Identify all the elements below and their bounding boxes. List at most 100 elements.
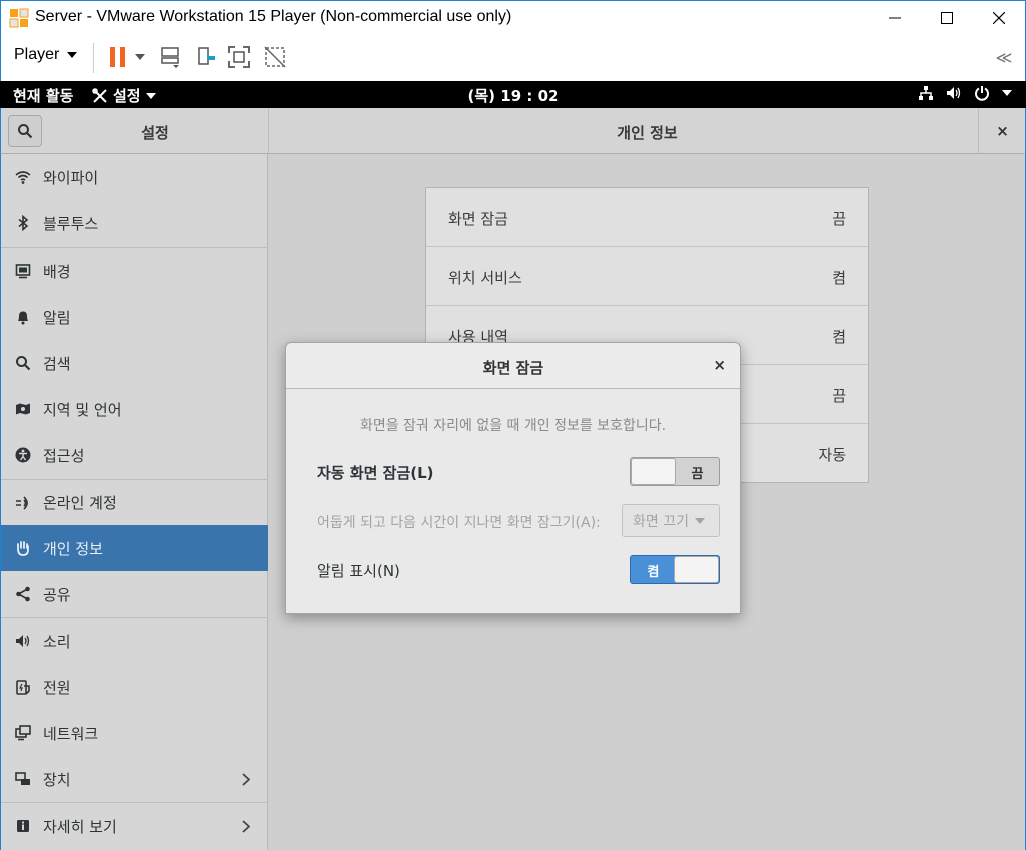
network-icon [15,725,31,741]
window-title: Server - VMware Workstation 15 Player (N… [35,8,512,25]
sidebar-item-label: 지역 및 언어 [43,400,122,419]
app-menu-label: 설정 [113,87,141,105]
vmware-toolbar: Player ≪ [0,35,1026,81]
full-screen-button[interactable] [226,44,252,70]
accessibility-icon [15,447,31,463]
pause-options-button[interactable] [131,44,149,70]
wired-network-icon [919,86,933,100]
sidebar-item-privacy[interactable]: 개인 정보 [1,525,268,571]
switch-knob [674,556,719,583]
search-button[interactable] [8,115,42,147]
chevron-down-icon [694,517,705,524]
region-icon [15,401,31,417]
privacy-row-value: 자동 [818,446,846,464]
maximize-icon [941,12,953,24]
screen-lock-dialog: 화면 잠금 × 화면을 잠궈 자리에 없을 때 개인 정보를 보호합니다. 자동… [285,342,741,614]
search-icon [18,124,33,139]
close-window-button[interactable] [973,1,1025,35]
panel-header: 개인 정보 × [268,108,1026,154]
show-notifications-switch[interactable]: 켬 [630,555,720,584]
toolbar-separator [93,43,94,73]
sidebar-item-network[interactable]: 네트워크 [1,710,268,756]
volume-icon [947,87,961,99]
page-title: 개인 정보 [617,124,678,142]
player-menu-label: Player [14,46,60,63]
sidebar-item-sharing[interactable]: 공유 [1,571,268,617]
sidebar-item-background[interactable]: 배경 [1,248,268,294]
sidebar-item-details[interactable]: 자세히 보기 [1,803,268,849]
bell-icon [15,309,31,325]
sound-icon [15,633,31,649]
sidebar-item-notifications[interactable]: 알림 [1,294,268,340]
switch-state-label: 켬 [647,565,660,580]
clock[interactable]: (목) 19 : 02 [468,87,559,105]
privacy-row-value: 끔 [832,387,846,405]
activities-button[interactable]: 현재 활동 [13,85,73,106]
sidebar-header: 설정 [0,108,268,154]
dialog-close-button[interactable]: × [713,356,726,374]
sidebar-item-label: 배경 [43,262,71,281]
app-menu[interactable]: 설정 [92,85,156,106]
privacy-row-label: 화면 잠금 [448,210,508,228]
sidebar-item-label: 네트워크 [43,724,99,743]
sidebar-item-label: 자세히 보기 [43,817,117,836]
dialog-description: 화면을 잠궈 자리에 없을 때 개인 정보를 보호합니다. [359,418,667,434]
maximize-button[interactable] [921,1,973,35]
power-icon [975,86,989,101]
bluetooth-icon [15,215,31,231]
sidebar-title: 설정 [141,124,169,142]
minimize-button[interactable] [869,1,921,35]
player-menu[interactable]: Player [14,46,78,64]
power-icon [15,679,31,695]
sidebar-item-label: 검색 [43,354,71,373]
sidebar-item-accessibility[interactable]: 접근성 [1,432,268,478]
privacy-row-location[interactable]: 위치 서비스 켬 [426,247,868,306]
dialog-title: 화면 잠금 [482,359,544,377]
minimize-icon [889,17,901,19]
privacy-row-value: 끔 [832,210,846,228]
share-icon [15,586,31,602]
vmware-app-icon [9,8,29,28]
computer-icon [161,47,179,68]
tools-icon [92,87,107,103]
sidebar-item-search[interactable]: 검색 [1,340,268,386]
lock-delay-combo[interactable]: 화면 끄기 [622,504,720,537]
chevron-down-icon [135,54,145,60]
info-icon [15,818,31,834]
wifi-icon [15,169,31,185]
chevron-right-icon [242,773,250,786]
sidebar-item-bluetooth[interactable]: 블루투스 [1,200,268,246]
removable-devices-button[interactable] [193,44,219,70]
close-icon [993,12,1005,24]
sidebar-item-label: 장치 [43,770,71,789]
unity-button[interactable] [262,44,288,70]
sidebar-item-region-language[interactable]: 지역 및 언어 [1,386,268,432]
dropdown-arrow-icon [67,52,78,58]
online-accounts-icon [15,495,31,511]
fullscreen-icon [228,46,250,68]
auto-lock-switch[interactable]: 끔 [630,457,720,486]
sidebar-item-label: 개인 정보 [43,539,103,558]
sidebar-item-online-accounts[interactable]: 온라인 계정 [1,480,268,525]
gnome-top-bar: 현재 활동 설정 (목) 19 : 02 [0,81,1026,108]
usb-device-icon [198,47,215,65]
sidebar-item-devices[interactable]: 장치 [1,756,268,802]
pause-icon [110,47,125,67]
privacy-row-label: 위치 서비스 [448,269,522,287]
lock-delay-value: 화면 끄기 [633,513,689,530]
collapse-toolbar-button[interactable]: ≪ [991,44,1017,70]
pause-button[interactable] [105,44,131,70]
sidebar-item-power[interactable]: 전원 [1,664,268,710]
chevron-down-icon [1002,90,1012,96]
sidebar-item-wifi[interactable]: 와이파이 [1,154,268,200]
background-icon [15,263,31,279]
chevron-down-icon [145,92,156,99]
close-settings-button[interactable]: × [978,108,1026,153]
send-ctrl-alt-del-button[interactable] [158,44,184,70]
sidebar-item-label: 접근성 [43,446,85,465]
devices-icon [15,771,31,787]
show-notifications-label: 알림 표시(N) [317,562,400,580]
sidebar-item-sound[interactable]: 소리 [1,618,268,664]
system-status-menu[interactable] [918,85,1012,101]
privacy-row-screen-lock[interactable]: 화면 잠금 끔 [426,188,868,247]
